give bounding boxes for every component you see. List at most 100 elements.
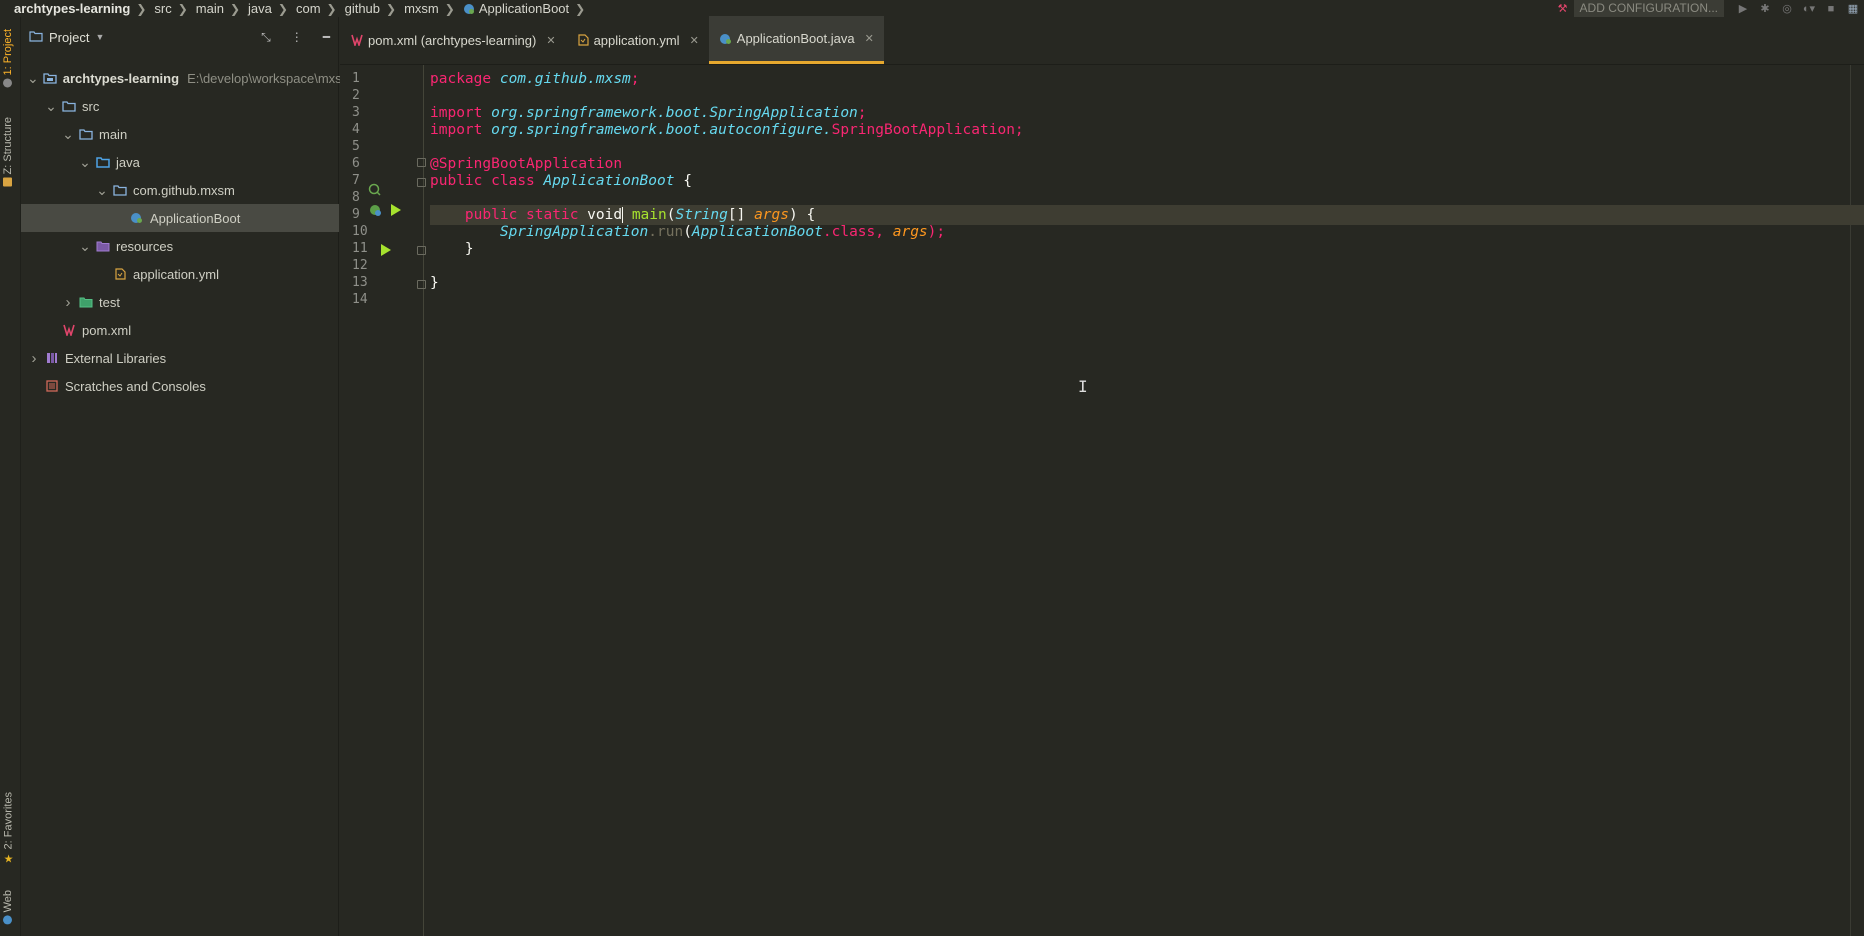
- profile-icon[interactable]: ◐▾: [1798, 0, 1820, 17]
- folder-icon: [29, 30, 43, 45]
- folder-icon: [79, 128, 93, 140]
- resources-folder-icon: [96, 240, 110, 252]
- tree-item-label: External Libraries: [65, 350, 167, 366]
- tree-item-label: java: [116, 154, 140, 170]
- editor-tab[interactable]: application.yml ✕: [566, 16, 709, 64]
- breadcrumb-item[interactable]: archtypes-learning: [14, 1, 130, 16]
- line-number: 6: [352, 156, 360, 171]
- code-line[interactable]: package com.github.mxsm;: [430, 69, 1864, 89]
- tree-item[interactable]: ⌄ resources: [21, 232, 339, 260]
- chevron-down-icon[interactable]: ⌄: [61, 126, 75, 143]
- chevron-down-icon[interactable]: ⌄: [78, 238, 92, 255]
- line-number: 4: [352, 122, 360, 137]
- breadcrumb-item[interactable]: java: [248, 1, 272, 16]
- project-tool-icon: [3, 78, 13, 88]
- code-line[interactable]: }: [430, 239, 1864, 259]
- project-tool-label: 1: Project: [2, 29, 14, 76]
- yaml-file-icon: [576, 34, 589, 46]
- fold-marker-icon[interactable]: [417, 280, 426, 289]
- chevron-down-icon[interactable]: ▼: [95, 32, 104, 42]
- tree-item-path: E:\develop\workspace\mxs: [187, 70, 342, 86]
- run-main-gutter-icon[interactable]: [378, 243, 392, 257]
- tree-item[interactable]: › test: [21, 288, 339, 316]
- tree-item-label: pom.xml: [82, 322, 132, 338]
- tree-item[interactable]: Scratches and Consoles: [21, 372, 339, 400]
- fold-marker-icon[interactable]: [417, 178, 426, 187]
- module-folder-icon: [43, 72, 57, 84]
- close-icon[interactable]: ✕: [865, 32, 874, 45]
- stop-icon[interactable]: ■: [1820, 0, 1842, 17]
- run-icon[interactable]: ▶: [1732, 0, 1754, 17]
- web-icon: [3, 915, 13, 925]
- breadcrumb-separator-icon: ❯: [444, 1, 455, 16]
- add-configuration-button[interactable]: ADD CONFIGURATION...: [1573, 0, 1724, 17]
- spring-class-icon: [130, 212, 144, 224]
- chevron-down-icon[interactable]: ⌄: [95, 182, 109, 199]
- chevron-down-icon[interactable]: ⌄: [44, 98, 58, 115]
- coverage-icon[interactable]: ◎: [1776, 0, 1798, 17]
- breadcrumb-item[interactable]: github: [345, 1, 380, 16]
- tree-item[interactable]: ⌄ archtypes-learning E:\develop\workspace\…: [21, 64, 342, 92]
- editor-tab-label: application.yml: [593, 32, 680, 48]
- tree-item[interactable]: ⌄ main: [21, 120, 339, 148]
- project-tree: ⌄ archtypes-learning E:\develop\workspace\…: [21, 64, 342, 400]
- line-number: 1: [352, 71, 360, 86]
- more-options-icon[interactable]: ⋮: [291, 30, 303, 45]
- breadcrumb-item[interactable]: ApplicationBoot: [479, 1, 569, 16]
- tree-item-label: Scratches and Consoles: [65, 378, 206, 394]
- breadcrumb-separator-icon: ❯: [277, 1, 288, 16]
- tab-structure-tool[interactable]: Z: Structure: [2, 117, 14, 187]
- tree-item[interactable]: ApplicationBoot: [21, 204, 339, 232]
- close-icon[interactable]: ✕: [690, 34, 699, 47]
- debug-icon[interactable]: ✱: [1754, 0, 1776, 17]
- code-editor[interactable]: package com.github.mxsm; import org.spri…: [430, 65, 1864, 936]
- breadcrumb: archtypes-learning ❯ src ❯ main ❯ java ❯ com ❯ git…: [14, 0, 593, 17]
- line-number: 8: [352, 190, 360, 205]
- chevron-right-icon[interactable]: ›: [27, 350, 41, 367]
- tree-item[interactable]: › External Libraries: [21, 344, 339, 372]
- libraries-icon: [45, 352, 59, 364]
- breadcrumb-item[interactable]: com: [296, 1, 321, 16]
- editor-area: pom.xml (archtypes-learning) ✕ application…: [340, 16, 1864, 936]
- chevron-down-icon[interactable]: ⌄: [78, 154, 92, 171]
- fold-marker-icon[interactable]: [417, 158, 426, 167]
- source-folder-icon: [96, 156, 110, 168]
- tree-item[interactable]: pom.xml: [21, 316, 339, 344]
- chevron-down-icon[interactable]: ⌄: [27, 70, 39, 87]
- tab-project-tool[interactable]: 1: Project: [2, 29, 14, 88]
- code-line[interactable]: public class ApplicationBoot {: [430, 171, 1864, 191]
- breadcrumb-item[interactable]: src: [154, 1, 171, 16]
- star-icon: ★: [2, 852, 14, 866]
- run-class-gutter-icon[interactable]: [388, 203, 402, 217]
- tree-item[interactable]: application.yml: [21, 260, 339, 288]
- line-number: 13: [352, 275, 368, 290]
- collapse-all-icon[interactable]: ⤡: [261, 30, 271, 45]
- editor-gutter: 1 2 3 4 5 6 7 8 9 10 11 12 13 14: [340, 65, 426, 936]
- tree-item-label: ApplicationBoot: [150, 210, 241, 226]
- breadcrumb-separator-icon: ❯: [177, 1, 188, 16]
- tree-item[interactable]: ⌄ src: [21, 92, 339, 120]
- code-line[interactable]: }: [430, 273, 1864, 293]
- breadcrumb-separator-icon: ❯: [326, 1, 337, 16]
- project-view-selector[interactable]: Project: [49, 30, 89, 45]
- tree-item[interactable]: ⌄ java: [21, 148, 339, 176]
- tab-web-tool[interactable]: Web: [2, 890, 14, 925]
- hide-panel-icon[interactable]: ━: [323, 30, 330, 45]
- tree-item[interactable]: ⌄ com.github.mxsm: [21, 176, 339, 204]
- structure-tool-label: Z: Structure: [2, 117, 14, 175]
- breadcrumb-item[interactable]: main: [196, 1, 224, 16]
- tab-favorites-tool[interactable]: ★ 2: Favorites: [2, 792, 15, 865]
- editor-tab[interactable]: ApplicationBoot.java ✕: [708, 16, 884, 64]
- editor-tab[interactable]: pom.xml (archtypes-learning) ✕: [340, 16, 566, 64]
- code-line[interactable]: import org.springframework.boot.autoconf…: [430, 120, 1864, 140]
- left-tool-strip: 1: Project Z: Structure ★ 2: Favorites W…: [0, 17, 21, 936]
- build-hammer-icon[interactable]: ⚒: [1552, 0, 1574, 17]
- project-panel-header: Project ▼ ⤡ ⋮ ━: [21, 17, 338, 57]
- chevron-right-icon[interactable]: ›: [61, 294, 75, 311]
- project-tool-window: Project ▼ ⤡ ⋮ ━ ⌄ archtypes-learning E:\de…: [21, 17, 342, 936]
- breadcrumb-item[interactable]: mxsm: [404, 1, 439, 16]
- close-icon[interactable]: ✕: [546, 34, 555, 47]
- fold-marker-icon[interactable]: [417, 246, 426, 255]
- line-number: 5: [352, 139, 360, 154]
- search-everywhere-icon[interactable]: ▦: [1842, 0, 1864, 17]
